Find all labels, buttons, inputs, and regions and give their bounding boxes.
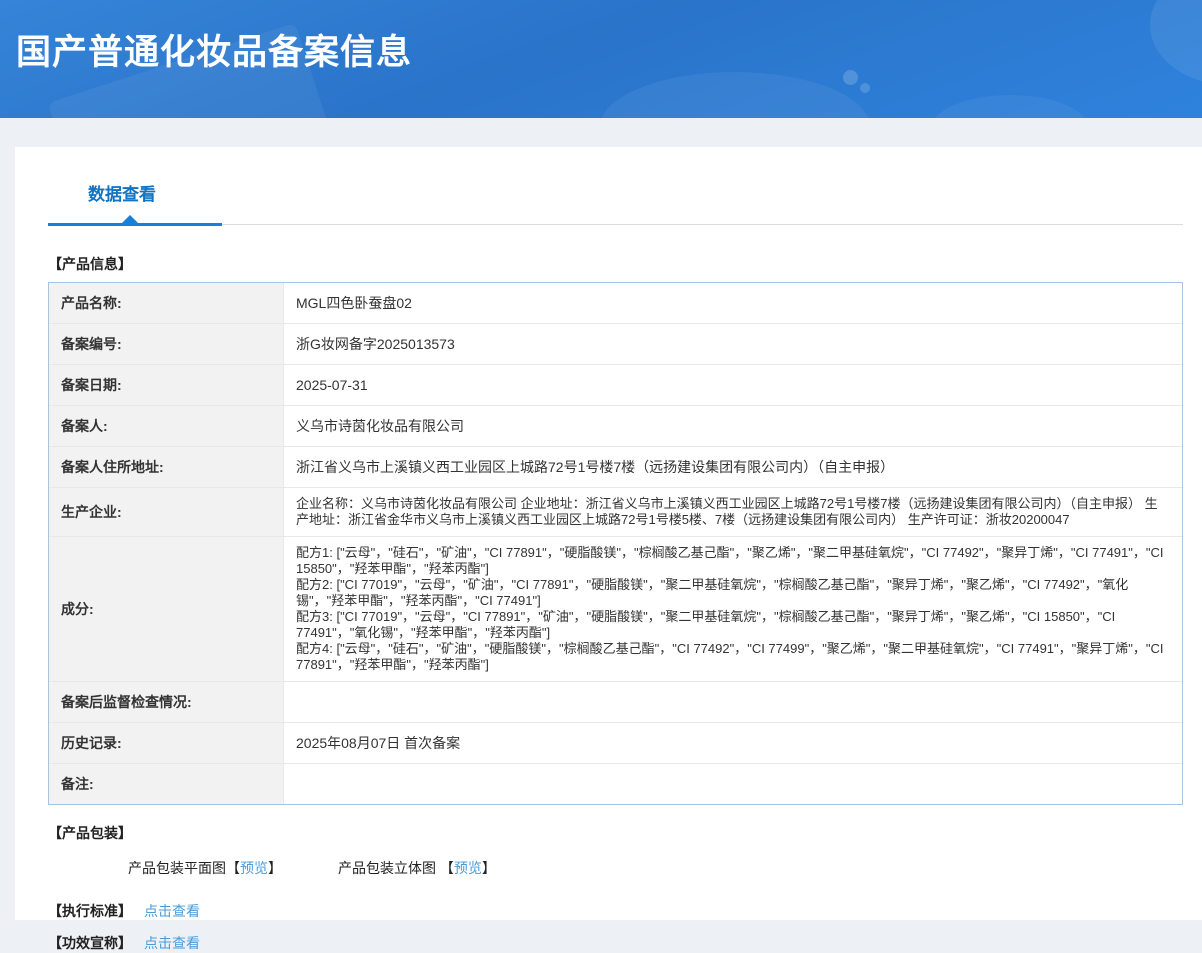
- page-title: 国产普通化妆品备案信息: [16, 24, 412, 75]
- table-row: 成分: 配方1: ["云母"，"硅石"，"矿油"，"CI 77891"，"硬脂酸…: [49, 536, 1182, 681]
- efficacy-claim-title: 【功效宣称】: [48, 933, 132, 953]
- packaging-stereo-label: 产品包装立体图: [338, 860, 440, 876]
- row-value: 配方1: ["云母"，"硅石"，"矿油"，"CI 77891"，"硬脂酸镁"，"…: [284, 537, 1182, 681]
- exec-standard-row: 【执行标准】 点击查看: [48, 901, 1183, 921]
- row-label: 生产企业:: [49, 488, 284, 536]
- row-value: 浙江省义乌市上溪镇义西工业园区上城路72号1号楼7楼（远扬建设集团有限公司内）（…: [284, 447, 1182, 487]
- tab-data-view[interactable]: 数据查看: [88, 180, 156, 205]
- row-value: 义乌市诗茵化妆品有限公司: [284, 406, 1182, 446]
- tab-bar: 数据查看: [48, 180, 1183, 225]
- preview-link-stereo[interactable]: 预览: [454, 860, 482, 876]
- packaging-flat-item: 产品包装平面图【预览】: [128, 858, 282, 878]
- table-row: 生产企业: 企业名称：义乌市诗茵化妆品有限公司 企业地址：浙江省义乌市上溪镇义西…: [49, 487, 1182, 536]
- tab-active-arrow-icon: [122, 215, 138, 223]
- row-value: 企业名称：义乌市诗茵化妆品有限公司 企业地址：浙江省义乌市上溪镇义西工业园区上城…: [284, 488, 1182, 536]
- product-info-table: 产品名称: MGL四色卧蚕盘02 备案编号: 浙G妆网备字2025013573 …: [48, 282, 1183, 805]
- row-label: 备注:: [49, 764, 284, 804]
- row-label: 备案编号:: [49, 324, 284, 364]
- row-label: 产品名称:: [49, 283, 284, 323]
- row-value: [284, 682, 1182, 722]
- table-row: 备案日期: 2025-07-31: [49, 364, 1182, 405]
- row-label: 备案日期:: [49, 365, 284, 405]
- banner-decoration: [1150, 0, 1202, 85]
- table-row: 备注:: [49, 763, 1182, 804]
- bracket-close: 】: [268, 860, 282, 876]
- table-row: 备案人: 义乌市诗茵化妆品有限公司: [49, 405, 1182, 446]
- banner-decoration: [843, 70, 858, 85]
- row-value: [284, 764, 1182, 804]
- row-label: 备案人住所地址:: [49, 447, 284, 487]
- table-row: 备案编号: 浙G妆网备字2025013573: [49, 323, 1182, 364]
- table-row: 历史记录: 2025年08月07日 首次备案: [49, 722, 1182, 763]
- row-value: 2025-07-31: [284, 365, 1182, 405]
- packaging-flat-label: 产品包装平面图: [128, 860, 226, 876]
- tab-active-underline: [48, 223, 222, 226]
- row-label: 备案人:: [49, 406, 284, 446]
- product-info-section-title: 【产品信息】: [48, 254, 1183, 274]
- banner-decoration: [860, 83, 870, 93]
- packaging-section-title: 【产品包装】: [48, 823, 1183, 843]
- banner-decoration: [930, 95, 1090, 118]
- row-value: 浙G妆网备字2025013573: [284, 324, 1182, 364]
- content-card: 数据查看 【产品信息】 产品名称: MGL四色卧蚕盘02 备案编号: 浙G妆网备…: [15, 147, 1202, 920]
- table-row: 备案后监督检查情况:: [49, 681, 1182, 722]
- row-value: MGL四色卧蚕盘02: [284, 283, 1182, 323]
- page-header-banner: 国产普通化妆品备案信息: [0, 0, 1202, 118]
- bracket-open: 【: [226, 860, 240, 876]
- exec-standard-link[interactable]: 点击查看: [144, 901, 200, 921]
- bracket-open: 【: [440, 860, 454, 876]
- row-label: 备案后监督检查情况:: [49, 682, 284, 722]
- preview-link-flat[interactable]: 预览: [240, 860, 268, 876]
- efficacy-claim-row: 【功效宣称】 点击查看: [48, 933, 1183, 953]
- table-row: 产品名称: MGL四色卧蚕盘02: [49, 283, 1182, 323]
- exec-standard-title: 【执行标准】: [48, 901, 132, 921]
- packaging-links-row: 产品包装平面图【预览】 产品包装立体图 【预览】: [128, 858, 1183, 878]
- row-label: 成分:: [49, 537, 284, 681]
- row-value: 2025年08月07日 首次备案: [284, 723, 1182, 763]
- packaging-stereo-item: 产品包装立体图 【预览】: [338, 858, 496, 878]
- efficacy-claim-link[interactable]: 点击查看: [144, 933, 200, 953]
- bracket-close: 】: [482, 860, 496, 876]
- table-row: 备案人住所地址: 浙江省义乌市上溪镇义西工业园区上城路72号1号楼7楼（远扬建设…: [49, 446, 1182, 487]
- banner-decoration: [600, 72, 870, 118]
- row-label: 历史记录:: [49, 723, 284, 763]
